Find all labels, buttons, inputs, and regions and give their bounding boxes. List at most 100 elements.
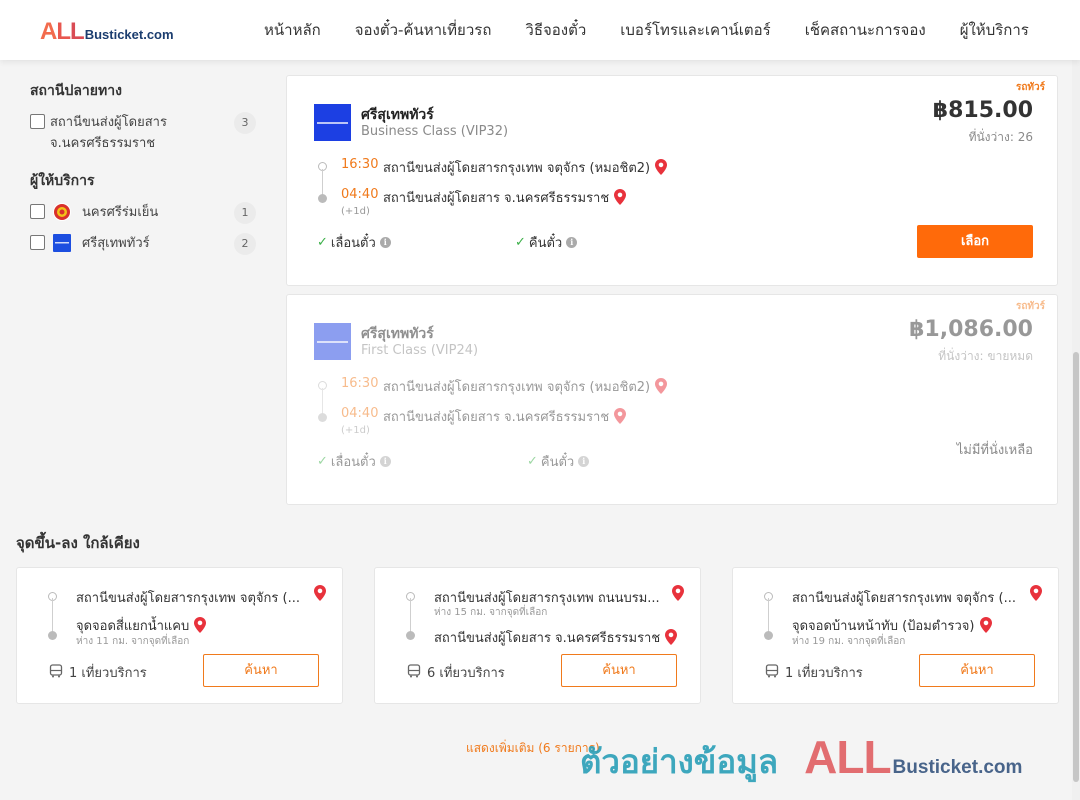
timeline-line <box>322 169 323 197</box>
destination-filter-item[interactable]: สถานีขนส่งผู้โดยสาร จ.นครศรีธรรมราช 3 <box>30 112 256 154</box>
nearby-route-card: สถานีขนส่งผู้โดยสารกรุงเทพ จตุจักร (... … <box>16 567 343 704</box>
operator-name: ศรีสุเทพทัวร์ <box>361 107 434 123</box>
depart-stop: สถานีขนส่งผู้โดยสารกรุงเทพ จตุจักร (หมอช… <box>383 376 668 398</box>
check-icon: ✓ <box>527 454 538 469</box>
timeline-line <box>322 388 323 416</box>
operator-label: ศรีสุเทพทัวร์ <box>82 236 150 251</box>
next-day-marker: (+1d) <box>341 425 370 436</box>
main-nav: หน้าหลัก จองตั๋ว-ค้นหาเที่ยวรถ วิธีจองตั… <box>264 0 1063 60</box>
watermark-logo-rest: Busticket.com <box>892 757 1023 778</box>
info-icon[interactable]: i <box>379 237 391 248</box>
nearby-to-stop: สถานีขนส่งผู้โดยสาร จ.นครศรีธรรมราช <box>434 627 678 649</box>
select-trip-button[interactable]: เลือก <box>917 225 1033 258</box>
arrive-stop-label: สถานีขนส่งผู้โดยสาร จ.นครศรีธรรมราช <box>383 191 610 206</box>
nearby-points-title: จุดขึ้น-ลง ใกล้เคียง <box>16 534 140 552</box>
nav-booking-status[interactable]: เช็คสถานะการจอง <box>805 18 926 42</box>
distance-note: ห่าง 19 กม. จากจุดที่เลือก <box>792 636 906 647</box>
sold-out-label: ไม่มีที่นั่งเหลือ <box>956 443 1033 458</box>
nearby-search-button[interactable]: ค้นหา <box>561 654 677 687</box>
bus-type-badge: รถทัวร์ <box>1015 301 1045 312</box>
map-pin-icon[interactable] <box>672 585 684 605</box>
trip-count: 6 เที่ยวบริการ <box>407 662 505 683</box>
logo-all: ALL <box>40 18 85 45</box>
watermark-sample-text: ตัวอย่างข้อมูล <box>580 742 779 781</box>
bus-icon <box>407 663 421 682</box>
distance-note: ห่าง 11 กม. จากจุดที่เลือก <box>76 636 190 647</box>
timeline-end-dot <box>48 631 57 640</box>
nav-home[interactable]: หน้าหลัก <box>264 18 321 42</box>
refund-ticket-label: คืนตั๋ว <box>528 236 563 251</box>
trip-card: รถทัวร์ ศรีสุเทพทัวร์ Business Class (VI… <box>286 75 1058 286</box>
nav-operators[interactable]: ผู้ให้บริการ <box>960 18 1029 42</box>
depart-stop: สถานีขนส่งผู้โดยสารกรุงเทพ จตุจักร (หมอช… <box>383 157 668 179</box>
blue-logo-icon <box>53 234 71 252</box>
operator-logo <box>314 104 351 141</box>
operator-filter-item[interactable]: ศรีสุเทพทัวร์ 2 <box>30 233 256 255</box>
depart-stop-label: สถานีขนส่งผู้โดยสารกรุงเทพ จตุจักร (หมอช… <box>383 161 651 176</box>
timeline-end-dot <box>318 194 327 203</box>
operator-filter-item[interactable]: นครศรีร่มเย็น 1 <box>30 202 256 224</box>
map-pin-icon[interactable] <box>979 617 992 637</box>
bus-class: Business Class (VIP32) <box>361 124 509 139</box>
map-pin-icon[interactable] <box>655 378 668 398</box>
nearby-from-stop: สถานีขนส่งผู้โดยสารกรุงเทพ จตุจักร (... <box>76 591 300 606</box>
site-logo[interactable]: ALL Busticket.com <box>40 18 174 46</box>
timeline-line <box>768 598 769 634</box>
map-pin-icon[interactable] <box>1030 585 1042 605</box>
seats-available: ที่นั่งว่าง: 26 <box>968 130 1033 144</box>
depart-stop-label: สถานีขนส่งผู้โดยสารกรุงเทพ จตุจักร (หมอช… <box>383 380 651 395</box>
destination-checkbox[interactable] <box>30 114 45 129</box>
map-pin-icon[interactable] <box>665 629 678 649</box>
trip-count: 1 เที่ยวบริการ <box>49 662 147 683</box>
trip-count-label: 1 เที่ยวบริการ <box>69 666 147 681</box>
map-pin-icon[interactable] <box>614 408 627 428</box>
site-header: ALL Busticket.com หน้าหลัก จองตั๋ว-ค้นหา… <box>0 0 1080 60</box>
nav-contacts[interactable]: เบอร์โทรและเคาน์เตอร์ <box>620 18 770 42</box>
depart-time: 16:30 <box>341 157 379 172</box>
operator-name: ศรีสุเทพทัวร์ <box>361 326 434 342</box>
map-pin-icon[interactable] <box>314 585 326 605</box>
bus-type-badge: รถทัวร์ <box>1015 82 1045 93</box>
page-scrollbar[interactable] <box>1072 60 1080 800</box>
info-icon[interactable]: i <box>578 456 590 467</box>
destination-label: สถานีขนส่งผู้โดยสาร จ.นครศรีธรรมราช <box>50 115 167 151</box>
trip-count-label: 1 เที่ยวบริการ <box>785 666 863 681</box>
nearby-from-stop: สถานีขนส่งผู้โดยสารกรุงเทพ จตุจักร (... <box>792 591 1016 606</box>
operator-label: นครศรีร่มเย็น <box>82 205 159 220</box>
check-icon: ✓ <box>317 235 328 250</box>
logo-busticket: Busticket.com <box>84 27 174 42</box>
nearby-to-label: จุดจอดสี่แยกน้ำแคบ <box>76 619 190 634</box>
change-ticket-label: เลื่อนตั๋ว <box>330 455 376 470</box>
operator-filter-title: ผู้ให้บริการ <box>30 173 95 189</box>
arrive-stop: สถานีขนส่งผู้โดยสาร จ.นครศรีธรรมราช <box>383 406 627 428</box>
refund-ticket-policy: ✓ คืนตั๋ว i <box>515 232 578 253</box>
timeline-end-dot <box>318 413 327 422</box>
info-icon[interactable]: i <box>379 456 391 467</box>
timeline-end-dot <box>764 631 773 640</box>
map-pin-icon[interactable] <box>655 159 668 179</box>
watermark: ตัวอย่างข้อมูล ALL Busticket.com <box>580 730 1022 788</box>
operator-checkbox[interactable] <box>30 235 45 250</box>
map-pin-icon[interactable] <box>614 189 627 209</box>
nearby-to-label: สถานีขนส่งผู้โดยสาร จ.นครศรีธรรมราช <box>434 631 661 646</box>
check-icon: ✓ <box>317 454 328 469</box>
nav-book-ticket[interactable]: จองตั๋ว-ค้นหาเที่ยวรถ <box>355 18 492 42</box>
operator-count-badge: 2 <box>234 233 256 255</box>
nearby-search-button[interactable]: ค้นหา <box>919 654 1035 687</box>
refund-ticket-policy: ✓ คืนตั๋ว i <box>527 451 590 472</box>
scrollbar-thumb[interactable] <box>1073 352 1079 782</box>
map-pin-icon[interactable] <box>194 617 207 637</box>
nearby-route-card: สถานีขนส่งผู้โดยสารกรุงเทพ ถนนบรม... ห่า… <box>374 567 701 704</box>
operator-logo <box>314 323 351 360</box>
next-day-marker: (+1d) <box>341 206 370 217</box>
trip-count-label: 6 เที่ยวบริการ <box>427 666 505 681</box>
bus-class: First Class (VIP24) <box>361 343 479 358</box>
show-more-link[interactable]: แสดงเพิ่มเติม (6 รายการ) <box>466 739 600 758</box>
nearby-to-label: จุดจอดบ้านหน้าทับ (ป้อมตำรวจ) <box>792 619 975 634</box>
operator-checkbox[interactable] <box>30 204 45 219</box>
timeline-line <box>52 598 53 634</box>
nav-how-to-book[interactable]: วิธีจองตั๋ว <box>525 18 586 42</box>
info-icon[interactable]: i <box>566 237 578 248</box>
trip-price: ฿815.00 <box>932 98 1033 123</box>
nearby-search-button[interactable]: ค้นหา <box>203 654 319 687</box>
